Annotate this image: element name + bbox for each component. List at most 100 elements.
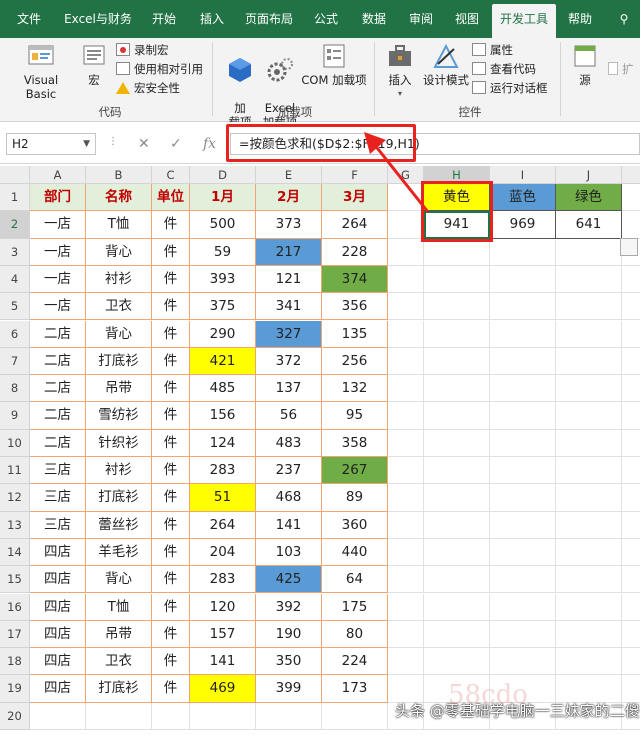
grid-cell[interactable]	[424, 457, 490, 485]
tab-8[interactable]: 视图	[448, 0, 486, 38]
row-header[interactable]: 19	[0, 675, 30, 703]
table-cell[interactable]: 500	[190, 211, 256, 239]
table-cell[interactable]: 469	[190, 675, 256, 703]
table-cell[interactable]: 四店	[30, 648, 86, 676]
tab-4[interactable]: 页面布局	[240, 0, 298, 38]
grid-cell[interactable]	[622, 430, 640, 457]
grid-cell[interactable]	[556, 511, 622, 539]
table-cell[interactable]: 件	[152, 347, 190, 376]
table-cell[interactable]: 373	[256, 211, 322, 239]
table-cell[interactable]: 350	[256, 648, 322, 676]
grid-cell[interactable]	[424, 511, 490, 539]
table-cell[interactable]: 483	[256, 429, 322, 457]
column-header-D[interactable]: D	[190, 166, 256, 184]
table-cell[interactable]: 件	[152, 675, 190, 703]
table-cell[interactable]: 一店	[30, 211, 86, 239]
table-cell[interactable]: 358	[322, 429, 388, 457]
table-cell[interactable]: 二店	[30, 375, 86, 403]
grid-cell[interactable]	[622, 321, 640, 348]
grid-cell[interactable]	[388, 484, 424, 512]
grid-cell[interactable]	[490, 484, 556, 512]
grid-cell[interactable]	[556, 457, 622, 485]
table-cell[interactable]: 衬衫	[86, 457, 152, 485]
macro-security-button[interactable]: 宏安全性	[116, 79, 180, 97]
table-cell[interactable]: 440	[322, 538, 388, 567]
table-cell[interactable]: 件	[152, 211, 190, 239]
table-cell[interactable]: 228	[322, 238, 388, 266]
table-cell[interactable]: 卫衣	[86, 648, 152, 676]
grid-cell[interactable]	[622, 266, 640, 294]
run-dialog-button[interactable]: 运行对话框	[472, 79, 548, 97]
table-cell[interactable]: 468	[256, 484, 322, 512]
macro-button[interactable]: 宏	[80, 42, 108, 87]
table-cell[interactable]: 267	[322, 457, 388, 485]
row-header[interactable]: 13	[0, 511, 30, 539]
view-code-button[interactable]: 查看代码	[472, 60, 536, 78]
grid-cell[interactable]	[424, 484, 490, 512]
grid-cell[interactable]	[388, 648, 424, 676]
table-cell[interactable]: 卫衣	[86, 293, 152, 321]
table-cell[interactable]: 204	[190, 538, 256, 567]
table-cell[interactable]: 二店	[30, 320, 86, 348]
grid-cell[interactable]	[556, 347, 622, 376]
grid-cell[interactable]	[322, 702, 388, 730]
grid-cell[interactable]	[490, 375, 556, 403]
table-cell[interactable]: 二店	[30, 347, 86, 376]
table-cell[interactable]: 190	[256, 620, 322, 649]
table-cell[interactable]: 四店	[30, 675, 86, 703]
table-cell[interactable]: 264	[190, 511, 256, 539]
grid-cell[interactable]	[556, 320, 622, 348]
row-header[interactable]: 7	[0, 347, 30, 376]
table-cell[interactable]: 283	[190, 566, 256, 594]
row-header[interactable]: 20	[0, 702, 30, 730]
properties-button[interactable]: 属性	[472, 41, 513, 59]
grid-cell[interactable]	[388, 402, 424, 430]
row-header[interactable]: 10	[0, 429, 30, 457]
column-header-k[interactable]	[622, 166, 640, 184]
confirm-icon[interactable]: ✓	[170, 136, 182, 152]
table-cell[interactable]: 173	[322, 675, 388, 703]
table-cell[interactable]: 393	[190, 265, 256, 294]
row-header[interactable]: 5	[0, 293, 30, 321]
table-cell[interactable]: 件	[152, 511, 190, 539]
table-cell[interactable]: 372	[256, 347, 322, 376]
xml-source-button[interactable]: 源	[568, 42, 602, 87]
grid-cell[interactable]	[388, 511, 424, 539]
grid-cell[interactable]	[490, 265, 556, 294]
table-header-cell[interactable]: 2月	[256, 184, 322, 212]
table-cell[interactable]: 485	[190, 375, 256, 403]
grid-cell[interactable]	[490, 593, 556, 621]
table-cell[interactable]: 件	[152, 238, 190, 266]
grid-cell[interactable]	[490, 538, 556, 567]
row-header[interactable]: 3	[0, 238, 30, 266]
row-header[interactable]: 12	[0, 484, 30, 512]
column-header-A[interactable]: A	[30, 166, 86, 184]
table-cell[interactable]: 103	[256, 538, 322, 567]
table-cell[interactable]: 157	[190, 620, 256, 649]
grid-cell[interactable]	[152, 702, 190, 730]
table-cell[interactable]: 137	[256, 375, 322, 403]
grid-cell[interactable]	[424, 265, 490, 294]
grid-cell[interactable]	[86, 702, 152, 730]
table-cell[interactable]: 89	[322, 484, 388, 512]
grid-cell[interactable]	[556, 293, 622, 321]
cancel-icon[interactable]: ✕	[138, 136, 150, 152]
table-cell[interactable]: 421	[190, 347, 256, 376]
grid-cell[interactable]	[490, 293, 556, 321]
table-cell[interactable]: 59	[190, 238, 256, 266]
table-cell[interactable]: 135	[322, 320, 388, 348]
grid-cell[interactable]	[622, 375, 640, 403]
table-cell[interactable]: 件	[152, 566, 190, 594]
table-cell[interactable]: 327	[256, 320, 322, 348]
grid-cell[interactable]	[388, 566, 424, 594]
table-cell[interactable]: 399	[256, 675, 322, 703]
grid-cell[interactable]	[622, 457, 640, 485]
table-header-cell[interactable]: 部门	[30, 184, 86, 212]
table-cell[interactable]: 背心	[86, 320, 152, 348]
tab-2[interactable]: 开始	[144, 0, 184, 38]
table-cell[interactable]: 背心	[86, 566, 152, 594]
table-cell[interactable]: 341	[256, 293, 322, 321]
relative-reference-button[interactable]: 使用相对引用	[116, 60, 203, 78]
grid-cell[interactable]	[190, 702, 256, 730]
table-cell[interactable]: 290	[190, 320, 256, 348]
